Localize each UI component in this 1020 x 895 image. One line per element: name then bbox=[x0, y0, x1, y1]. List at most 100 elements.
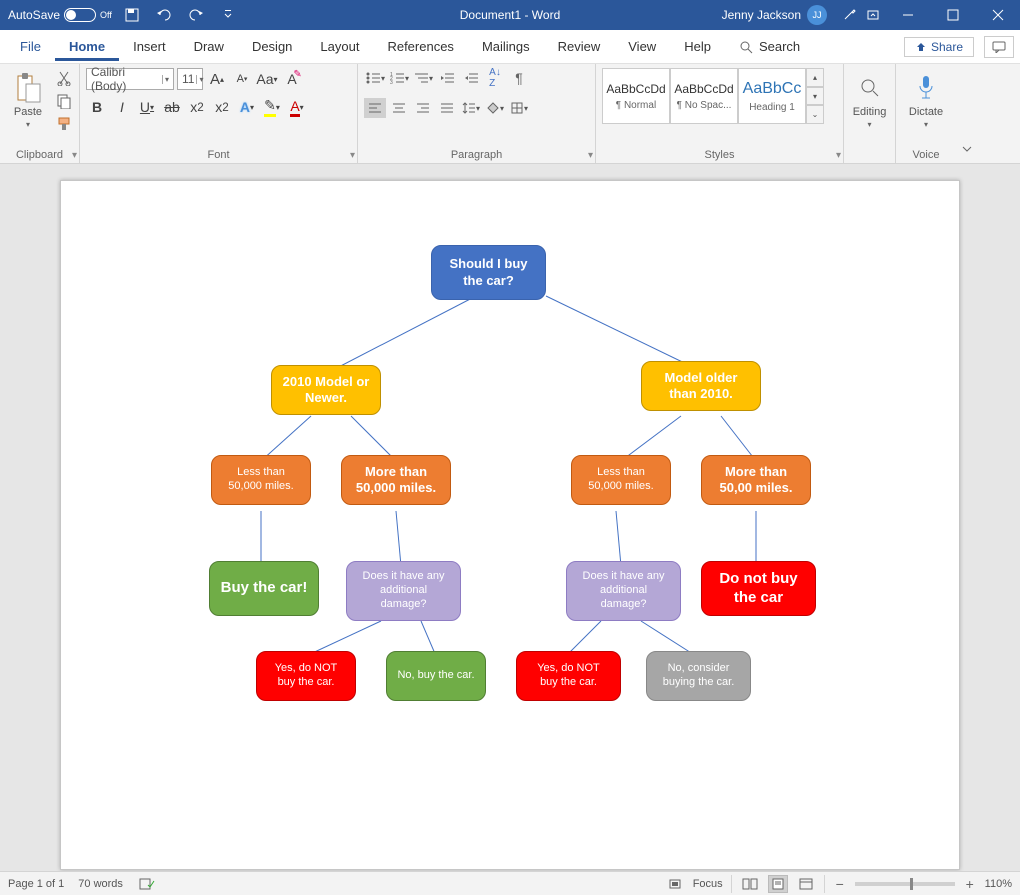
styles-more[interactable]: ⌄ bbox=[806, 105, 824, 124]
chart-node-l1b1y[interactable]: Yes, do NOT buy the car. bbox=[256, 651, 356, 701]
paragraph-dialog-launcher[interactable]: ▾ bbox=[588, 150, 593, 161]
chart-node-l1[interactable]: 2010 Model or Newer. bbox=[271, 365, 381, 415]
chart-node-r1b1[interactable]: Do not buy the car bbox=[701, 561, 816, 616]
change-case-icon[interactable]: Aa▾ bbox=[256, 68, 278, 90]
align-right-icon[interactable] bbox=[412, 98, 434, 118]
qat-more-icon[interactable] bbox=[216, 0, 240, 30]
ribbon-display-icon[interactable] bbox=[861, 0, 885, 30]
tab-search[interactable]: Search bbox=[725, 33, 814, 60]
clear-formatting-icon[interactable]: A✎ bbox=[281, 68, 303, 90]
font-name-select[interactable]: Calibri (Body)▾ bbox=[86, 68, 174, 90]
undo-icon[interactable] bbox=[152, 0, 176, 30]
redo-icon[interactable] bbox=[184, 0, 208, 30]
zoom-level[interactable]: 110% bbox=[985, 878, 1012, 890]
share-button[interactable]: Share bbox=[904, 37, 974, 57]
numbering-icon[interactable]: 123▾ bbox=[388, 68, 410, 88]
grow-font-icon[interactable]: A▴ bbox=[206, 68, 228, 90]
tab-references[interactable]: References bbox=[373, 33, 467, 60]
styles-scroll-up[interactable]: ▴ bbox=[806, 68, 824, 87]
chart-node-r1a1y[interactable]: Yes, do NOT buy the car. bbox=[516, 651, 621, 701]
font-size-select[interactable]: 11▾ bbox=[177, 68, 203, 90]
comments-button[interactable] bbox=[984, 36, 1014, 58]
superscript-button[interactable]: x2 bbox=[211, 96, 233, 118]
style-heading1[interactable]: AaBbCcHeading 1 bbox=[738, 68, 806, 124]
tab-home[interactable]: Home bbox=[55, 33, 119, 61]
bold-button[interactable]: B bbox=[86, 96, 108, 118]
chart-node-l1b1n[interactable]: No, buy the car. bbox=[386, 651, 486, 701]
chart-node-root[interactable]: Should I buy the car? bbox=[431, 245, 546, 300]
sort-icon[interactable]: A↓Z bbox=[484, 68, 506, 88]
cut-icon[interactable] bbox=[54, 68, 74, 88]
clipboard-dialog-launcher[interactable]: ▾ bbox=[72, 150, 77, 161]
tab-insert[interactable]: Insert bbox=[119, 33, 180, 60]
styles-dialog-launcher[interactable]: ▾ bbox=[836, 150, 841, 161]
italic-button[interactable]: I bbox=[111, 96, 133, 118]
chart-node-r1[interactable]: Model older than 2010. bbox=[641, 361, 761, 411]
chart-node-l1b1[interactable]: Does it have any additional damage? bbox=[346, 561, 461, 621]
print-layout-icon[interactable] bbox=[768, 875, 788, 893]
show-marks-icon[interactable]: ¶ bbox=[508, 68, 530, 88]
styles-scroll-down[interactable]: ▾ bbox=[806, 87, 824, 106]
status-words[interactable]: 70 words bbox=[78, 878, 123, 890]
chart-node-r1a[interactable]: Less than 50,000 miles. bbox=[571, 455, 671, 505]
document-area[interactable]: Should I buy the car? 2010 Model or Newe… bbox=[0, 164, 1020, 871]
chart-node-r1b[interactable]: More than 50,00 miles. bbox=[701, 455, 811, 505]
subscript-button[interactable]: x2 bbox=[186, 96, 208, 118]
increase-indent-icon[interactable] bbox=[460, 68, 482, 88]
borders-icon[interactable]: ▾ bbox=[508, 98, 530, 118]
style-normal[interactable]: AaBbCcDd¶ Normal bbox=[602, 68, 670, 124]
editing-button[interactable]: Editing ▾ bbox=[847, 68, 893, 133]
user-avatar[interactable]: JJ bbox=[807, 5, 827, 25]
font-color-icon[interactable]: A▾ bbox=[286, 96, 308, 118]
zoom-in-button[interactable]: + bbox=[963, 876, 977, 892]
font-dialog-launcher[interactable]: ▾ bbox=[350, 150, 355, 161]
justify-icon[interactable] bbox=[436, 98, 458, 118]
chart-node-l1a[interactable]: Less than 50,000 miles. bbox=[211, 455, 311, 505]
minimize-button[interactable] bbox=[885, 0, 930, 30]
tab-design[interactable]: Design bbox=[238, 33, 306, 60]
tab-draw[interactable]: Draw bbox=[180, 33, 238, 60]
bullets-icon[interactable]: ▾ bbox=[364, 68, 386, 88]
save-icon[interactable] bbox=[120, 0, 144, 30]
zoom-out-button[interactable]: − bbox=[833, 876, 847, 892]
tab-review[interactable]: Review bbox=[544, 33, 615, 60]
collapse-ribbon-icon[interactable] bbox=[956, 138, 978, 163]
underline-button[interactable]: U▾ bbox=[136, 96, 158, 118]
highlight-icon[interactable]: ✎▾ bbox=[261, 96, 283, 118]
paste-button[interactable]: Paste ▾ bbox=[6, 68, 50, 133]
tab-file[interactable]: File bbox=[6, 33, 55, 60]
maximize-button[interactable] bbox=[930, 0, 975, 30]
chart-node-l1b[interactable]: More than 50,000 miles. bbox=[341, 455, 451, 505]
document-page[interactable]: Should I buy the car? 2010 Model or Newe… bbox=[60, 180, 960, 870]
multilevel-list-icon[interactable]: ▾ bbox=[412, 68, 434, 88]
text-effects-icon[interactable]: A▾ bbox=[236, 96, 258, 118]
zoom-slider[interactable] bbox=[855, 882, 955, 886]
chart-node-r1a1n[interactable]: No, consider buying the car. bbox=[646, 651, 751, 701]
strikethrough-button[interactable]: ab bbox=[161, 96, 183, 118]
focus-mode-icon[interactable] bbox=[665, 875, 685, 893]
align-center-icon[interactable] bbox=[388, 98, 410, 118]
tab-help[interactable]: Help bbox=[670, 33, 725, 60]
dictate-button[interactable]: Dictate ▾ bbox=[903, 68, 949, 133]
line-spacing-icon[interactable]: ▾ bbox=[460, 98, 482, 118]
close-button[interactable] bbox=[975, 0, 1020, 30]
format-painter-icon[interactable] bbox=[54, 114, 74, 134]
chart-node-r1a1[interactable]: Does it have any additional damage? bbox=[566, 561, 681, 621]
shading-icon[interactable]: ▾ bbox=[484, 98, 506, 118]
shrink-font-icon[interactable]: A▾ bbox=[231, 68, 253, 90]
focus-label[interactable]: Focus bbox=[693, 878, 723, 890]
spellcheck-icon[interactable] bbox=[137, 875, 157, 893]
tab-view[interactable]: View bbox=[614, 33, 670, 60]
web-layout-icon[interactable] bbox=[796, 875, 816, 893]
upcoming-features-icon[interactable] bbox=[837, 0, 861, 30]
decrease-indent-icon[interactable] bbox=[436, 68, 458, 88]
chart-node-l1a1[interactable]: Buy the car! bbox=[209, 561, 319, 616]
copy-icon[interactable] bbox=[54, 91, 74, 111]
read-mode-icon[interactable] bbox=[740, 875, 760, 893]
tab-layout[interactable]: Layout bbox=[306, 33, 373, 60]
autosave-toggle[interactable]: AutoSave Off bbox=[8, 8, 112, 22]
style-no-spacing[interactable]: AaBbCcDd¶ No Spac... bbox=[670, 68, 738, 124]
status-page[interactable]: Page 1 of 1 bbox=[8, 878, 64, 890]
align-left-icon[interactable] bbox=[364, 98, 386, 118]
tab-mailings[interactable]: Mailings bbox=[468, 33, 544, 60]
